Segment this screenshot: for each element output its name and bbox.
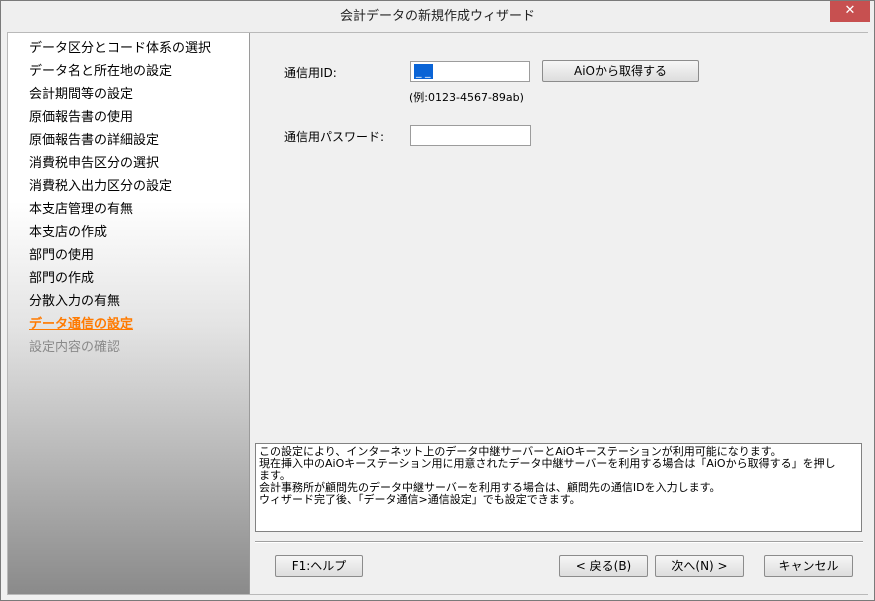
title-bar: 会計データの新規作成ウィザード ✕ (1, 1, 874, 32)
comm-password-label: 通信用パスワード: (284, 130, 385, 144)
comm-id-field[interactable]: _ _ (410, 61, 530, 82)
step-sidebar: データ区分とコード体系の選択 データ名と所在地の設定 会計期間等の設定 原価報告… (8, 33, 250, 594)
step-item: 原価報告書の詳細設定 (29, 133, 160, 148)
step-item: 本支店管理の有無 (29, 202, 134, 217)
step-item: データ区分とコード体系の選択 (29, 41, 212, 56)
close-icon: ✕ (844, 3, 856, 18)
step-item-current: データ通信の設定 (29, 317, 134, 332)
back-button[interactable]: < 戻る(B) (559, 555, 648, 577)
step-item: 消費税申告区分の選択 (29, 156, 160, 171)
next-button[interactable]: 次へ(N) > (655, 555, 744, 577)
step-item: データ名と所在地の設定 (29, 64, 173, 79)
info-panel: この設定により、インターネット上のデータ中継サーバーとAiOキーステーションが利… (255, 443, 862, 532)
info-line: ウィザード完了後、「データ通信>通信設定」でも設定できます。 (259, 493, 581, 506)
get-from-aio-button[interactable]: AiOから取得する (542, 60, 699, 82)
window-title: 会計データの新規作成ウィザード (339, 9, 535, 24)
step-item: 部門の作成 (29, 271, 95, 286)
step-item: 会計期間等の設定 (29, 87, 134, 102)
step-content: 通信用ID: _ _ AiOから取得する (例:0123-4567-89ab) … (251, 33, 868, 594)
step-item: 消費税入出力区分の設定 (29, 179, 173, 194)
footer-divider (255, 541, 863, 543)
cancel-button[interactable]: キャンセル (764, 555, 853, 577)
step-item-pending: 設定内容の確認 (29, 340, 121, 355)
close-button[interactable]: ✕ (830, 1, 870, 22)
wizard-window: 会計データの新規作成ウィザード ✕ データ区分とコード体系の選択 データ名と所在… (0, 0, 875, 601)
wizard-frame: データ区分とコード体系の選択 データ名と所在地の設定 会計期間等の設定 原価報告… (7, 32, 868, 595)
step-item: 原価報告書の使用 (29, 110, 134, 125)
info-line: 現在挿入中のAiOキーステーション用に用意されたデータ中継サーバーを利用する場合… (259, 457, 836, 470)
step-item: 本支店の作成 (29, 225, 108, 240)
comm-id-value: _ _ (414, 64, 433, 79)
help-button[interactable]: F1:ヘルプ (275, 555, 363, 577)
step-item: 部門の使用 (29, 248, 95, 263)
comm-password-field[interactable] (410, 125, 531, 146)
comm-id-label: 通信用ID: (284, 66, 337, 80)
step-item: 分散入力の有無 (29, 294, 121, 309)
comm-id-example: (例:0123-4567-89ab) (409, 91, 524, 104)
